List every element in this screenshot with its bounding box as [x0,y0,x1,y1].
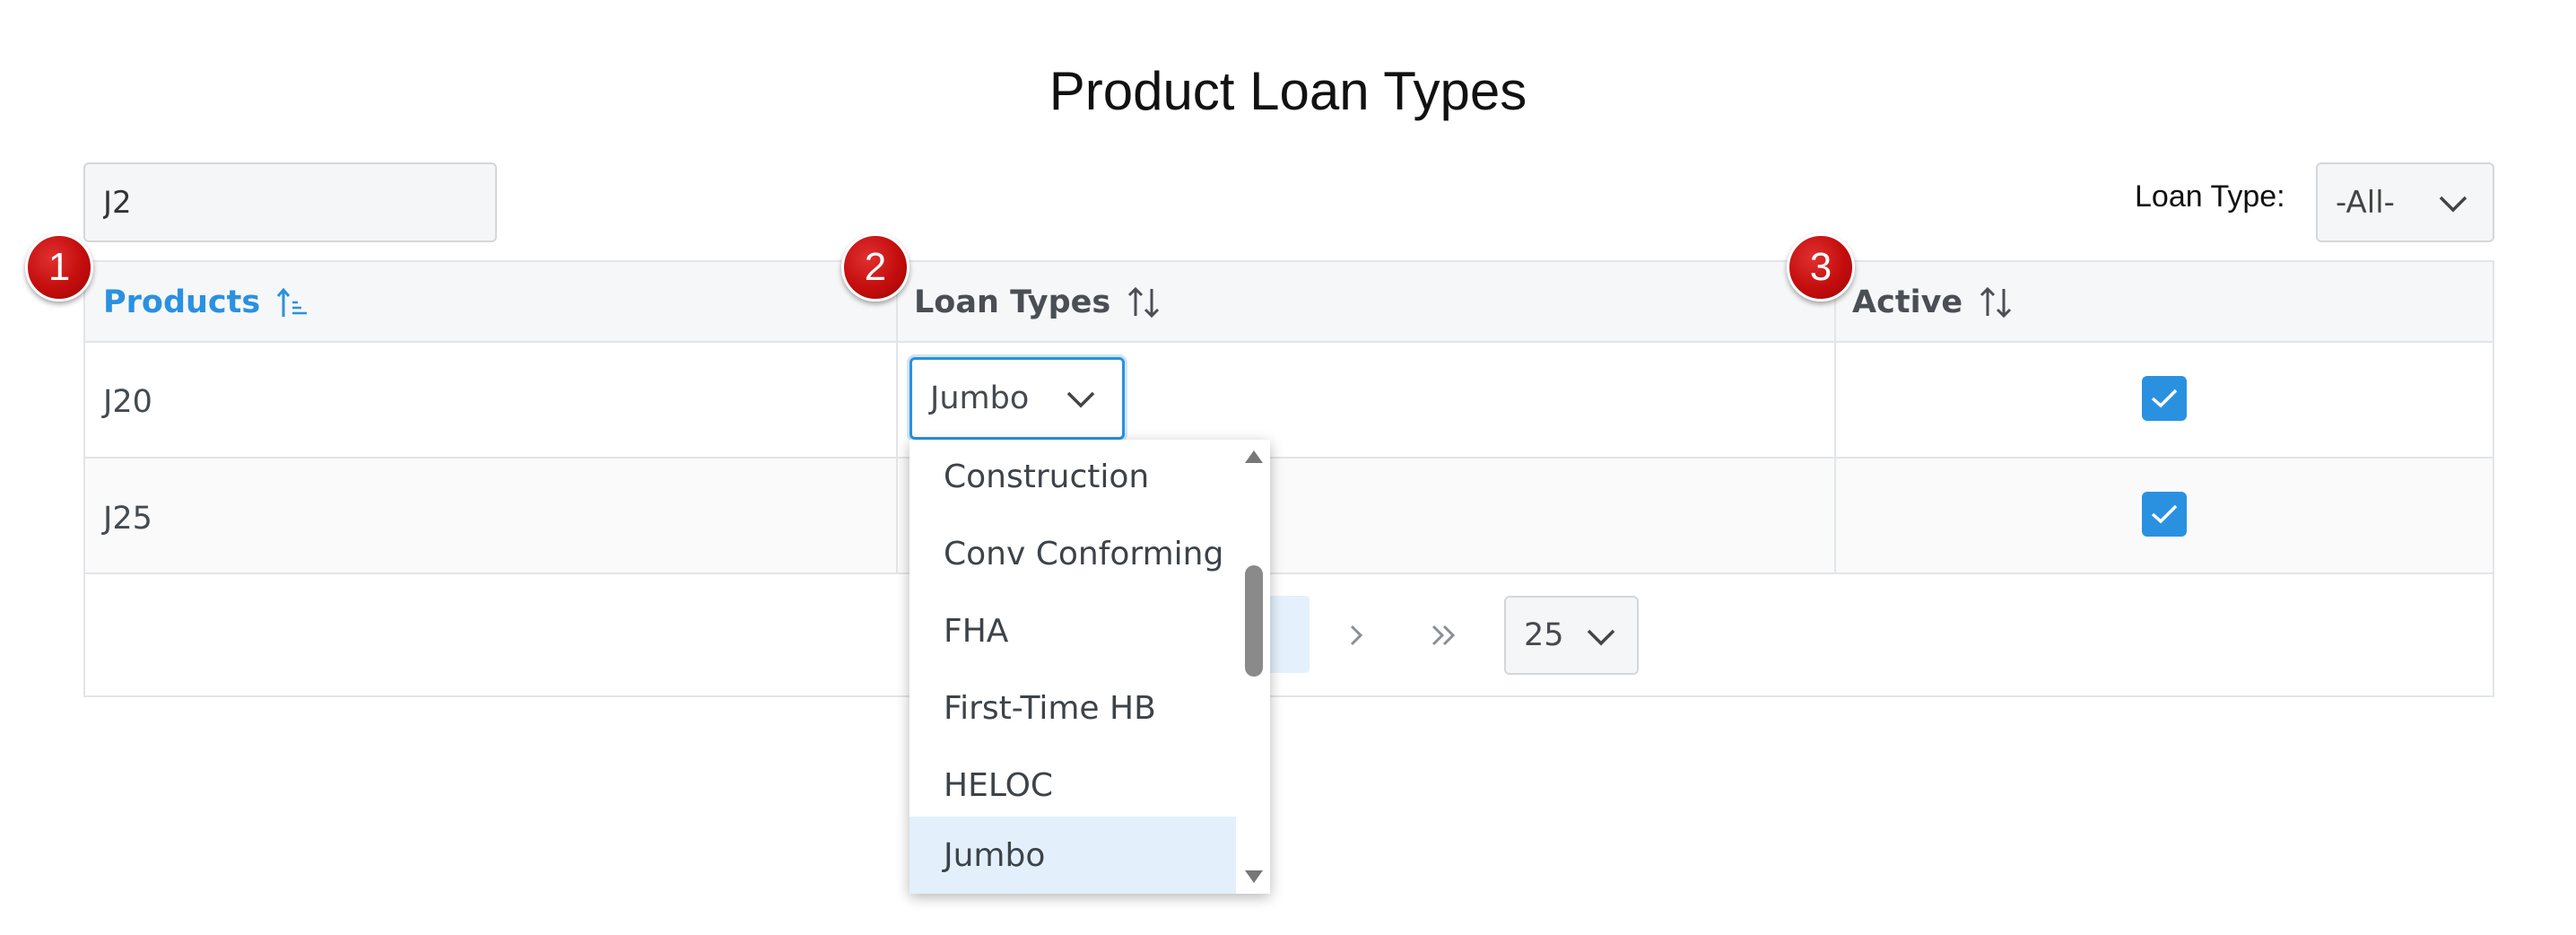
loan-type-filter-select[interactable]: -All- [2316,162,2494,242]
dropdown-option[interactable]: Construction [909,440,1236,515]
chevron-right-icon [1350,625,1363,646]
column-divider [1834,262,1836,573]
page-size-select[interactable]: 25 [1504,596,1639,675]
loan-type-row-select[interactable]: Jumbo [909,357,1125,440]
loan-type-filter-label: Loan Type: [2135,179,2285,214]
chevron-down-icon [1585,623,1617,659]
scrollbar-thumb[interactable] [1245,565,1263,677]
loan-type-row-value: Jumbo [930,380,1030,416]
page: Product Loan Types Loan Type: -All- Prod… [0,0,2576,935]
table-row[interactable] [85,459,2493,574]
column-header-products[interactable]: Products [103,262,310,343]
product-cell: J25 [103,501,152,537]
callout-badge: 3 [1787,233,1855,301]
column-header-label: Loan Types [914,284,1111,320]
dropdown-option-selected[interactable]: Jumbo [909,817,1236,894]
column-header-label: Active [1852,284,1963,320]
column-header-loan-types[interactable]: Loan Types [914,262,1162,343]
chevron-down-icon [2437,189,2469,225]
sort-unsorted-icon [1125,284,1162,321]
last-page-button[interactable] [1417,610,1471,660]
callout-badge: 1 [25,233,93,301]
grid-header-row [85,262,2493,343]
dropdown-option[interactable]: HELOC [909,747,1236,824]
active-checkbox[interactable] [2142,492,2187,537]
sort-unsorted-icon [1977,284,2015,321]
active-checkbox[interactable] [2142,376,2187,421]
column-divider [896,262,898,573]
product-cell: J20 [103,384,152,420]
chevron-down-icon [1065,385,1097,421]
dropdown-option[interactable]: First-Time HB [909,669,1236,747]
page-size-value: 25 [1524,617,1564,653]
scroll-up-arrow-icon[interactable] [1243,447,1265,465]
callout-badge: 2 [841,233,909,301]
product-search-input[interactable] [83,162,497,242]
dropdown-option[interactable]: FHA [909,592,1236,669]
table-row[interactable] [85,343,2493,459]
dropdown-scrollbar[interactable] [1236,440,1270,894]
page-title: Product Loan Types [1049,61,1527,121]
column-header-label: Products [103,284,261,320]
loan-type-dropdown-list: Construction Conv Conforming FHA First-T… [909,440,1270,894]
next-page-button[interactable] [1329,610,1383,660]
dropdown-option[interactable]: Conv Conforming [909,515,1236,592]
loan-type-filter-value: -All- [2336,184,2395,221]
sort-ascending-icon [274,284,310,320]
scroll-down-arrow-icon[interactable] [1243,869,1265,887]
checkmark-icon [2151,389,2178,408]
checkmark-icon [2151,504,2178,524]
double-chevron-right-icon [1432,625,1456,646]
column-header-active[interactable]: Active [1852,262,2015,343]
